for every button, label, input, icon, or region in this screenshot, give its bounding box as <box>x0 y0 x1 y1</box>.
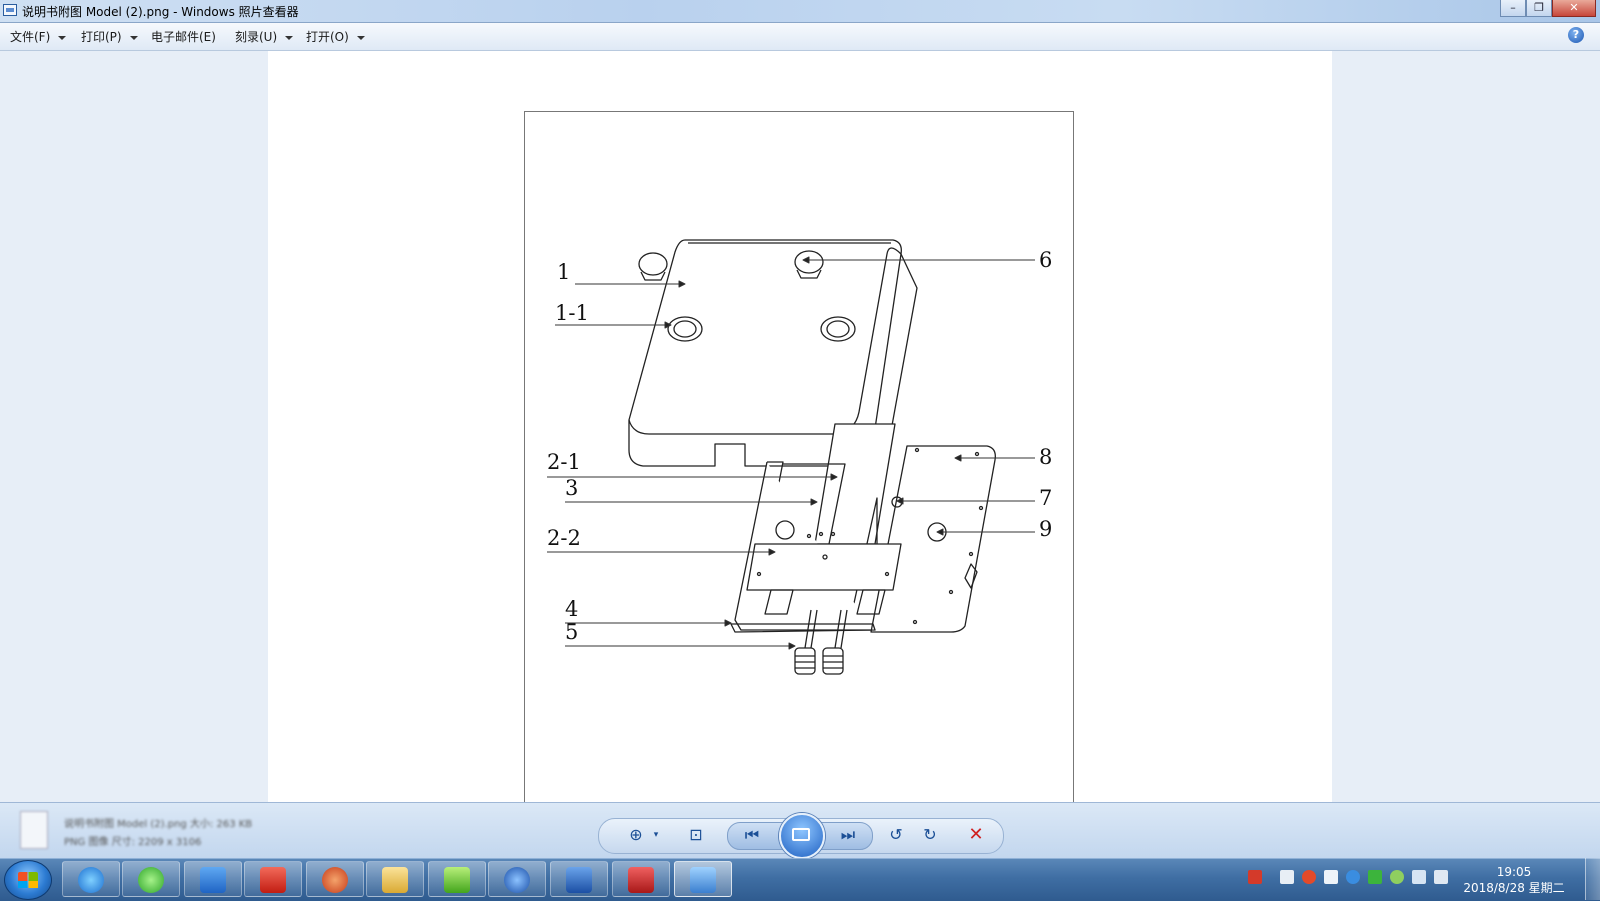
callout-5: 5 <box>565 620 579 644</box>
image-viewer-area: 1 1-1 2-1 3 2-2 4 5 6 7 8 9 图二 <box>0 51 1600 847</box>
menu-print-label: 打印(P) <box>81 30 122 44</box>
callout-8: 8 <box>1039 445 1053 469</box>
actual-size-icon[interactable]: ⊡ <box>684 823 708 847</box>
volume-icon[interactable] <box>1324 870 1338 884</box>
rotate-clockwise-icon[interactable]: ↻ <box>918 823 942 847</box>
chevron-down-icon <box>356 35 365 40</box>
red-app-icon <box>260 867 286 893</box>
menu-email-label: 电子邮件(E) <box>151 30 216 44</box>
taskbar-settings-tool[interactable] <box>306 861 364 897</box>
callout-1: 1 <box>557 260 571 284</box>
callout-6: 6 <box>1039 248 1053 272</box>
photo-viewer-app-icon <box>3 4 17 16</box>
autocad-icon <box>628 867 654 893</box>
input-method-icon <box>200 867 226 893</box>
windows-logo-icon <box>18 872 38 888</box>
folder-icon <box>382 867 408 893</box>
file-info-line-1: 说明书附图 Model (2).png 大小: 263 KB <box>64 819 253 830</box>
menu-open[interactable]: 打开(O) <box>306 28 365 45</box>
green-app-icon <box>444 867 470 893</box>
maximize-button[interactable]: ❐ <box>1526 0 1552 17</box>
callout-3: 3 <box>565 476 579 500</box>
menu-file-label: 文件(F) <box>10 30 51 44</box>
photo-viewer-icon <box>690 867 716 893</box>
delete-icon[interactable]: ✕ <box>964 823 988 847</box>
close-button[interactable]: ✕ <box>1552 0 1596 17</box>
taskbar-word[interactable] <box>550 861 608 897</box>
menu-burn-label: 刻录(U) <box>235 30 278 44</box>
sogou-input-icon[interactable] <box>1248 870 1262 884</box>
internet-explorer-icon <box>78 867 104 893</box>
taskbar-photo-viewer[interactable] <box>674 861 732 897</box>
network-icon[interactable] <box>1390 870 1404 884</box>
callout-1-1: 1-1 <box>555 301 589 325</box>
callout-2-2: 2-2 <box>547 526 581 550</box>
file-info-line-2: PNG 图像 尺寸: 2209 x 3106 <box>64 837 202 848</box>
minimize-button[interactable]: – <box>1500 0 1526 17</box>
clock-time: 19:05 <box>1496 865 1532 879</box>
taskbar-clock[interactable]: 19:05 2018/8/28 星期二 <box>1454 864 1574 896</box>
show-desktop-button[interactable] <box>1585 858 1600 900</box>
menu-email[interactable]: 电子邮件(E) <box>151 28 216 45</box>
gear-tool-icon <box>322 867 348 893</box>
slideshow-icon[interactable] <box>779 813 825 859</box>
menu-bar: 文件(F) 打印(P) 电子邮件(E) 刻录(U) 打开(O) ? <box>0 23 1600 51</box>
menu-print[interactable]: 打印(P) <box>81 28 138 45</box>
callout-2-1: 2-1 <box>547 450 581 474</box>
red-tray-icon[interactable] <box>1302 870 1316 884</box>
title-bar: 说明书附图 Model (2).png - Windows 照片查看器 – ❐ … <box>0 0 1600 23</box>
window-title: 说明书附图 Model (2).png - Windows 照片查看器 <box>22 5 299 19</box>
rotate-counterclockwise-icon[interactable]: ↺ <box>884 823 908 847</box>
previous-icon[interactable]: ⏮ <box>740 823 764 847</box>
chevron-down-icon <box>58 35 67 40</box>
menu-burn[interactable]: 刻录(U) <box>235 28 294 45</box>
taskbar-green-app[interactable] <box>428 861 486 897</box>
clock-date: 2018/8/28 星期二 <box>1463 881 1565 895</box>
taskbar-ie[interactable] <box>62 861 120 897</box>
chevron-down-icon[interactable]: ▾ <box>644 823 668 847</box>
taskbar-file-explorer[interactable] <box>366 861 424 897</box>
taskbar-blue-app[interactable] <box>488 861 546 897</box>
menu-open-label: 打开(O) <box>306 30 349 44</box>
window-controls: – ❐ ✕ <box>1500 0 1596 18</box>
taskbar-autocad[interactable] <box>612 861 670 897</box>
file-thumbnail <box>20 811 48 849</box>
callout-9: 9 <box>1039 517 1053 541</box>
tray-app-icon[interactable] <box>1412 870 1426 884</box>
browser-icon <box>138 867 164 893</box>
chevron-down-icon <box>129 35 138 40</box>
chevron-down-icon <box>285 35 294 40</box>
patent-drawing: 1 1-1 2-1 3 2-2 4 5 6 7 8 9 图二 <box>524 111 1074 847</box>
blue-tray-icon[interactable] <box>1346 870 1360 884</box>
exploded-assembly-drawing <box>547 239 1035 675</box>
taskbar-input-method[interactable] <box>184 861 242 897</box>
menu-file[interactable]: 文件(F) <box>10 28 67 45</box>
word-icon <box>566 867 592 893</box>
taskbar-browser[interactable] <box>122 861 180 897</box>
blue-app-icon <box>504 867 530 893</box>
next-icon[interactable]: ⏭ <box>836 823 860 847</box>
start-button[interactable] <box>4 860 52 900</box>
printer-icon[interactable] <box>1280 870 1294 884</box>
callout-7: 7 <box>1039 486 1053 510</box>
green-tray-icon[interactable] <box>1368 870 1382 884</box>
action-center-icon[interactable] <box>1434 870 1448 884</box>
taskbar-app-red[interactable] <box>244 861 302 897</box>
callout-4: 4 <box>565 597 579 621</box>
help-icon[interactable]: ? <box>1568 27 1584 43</box>
